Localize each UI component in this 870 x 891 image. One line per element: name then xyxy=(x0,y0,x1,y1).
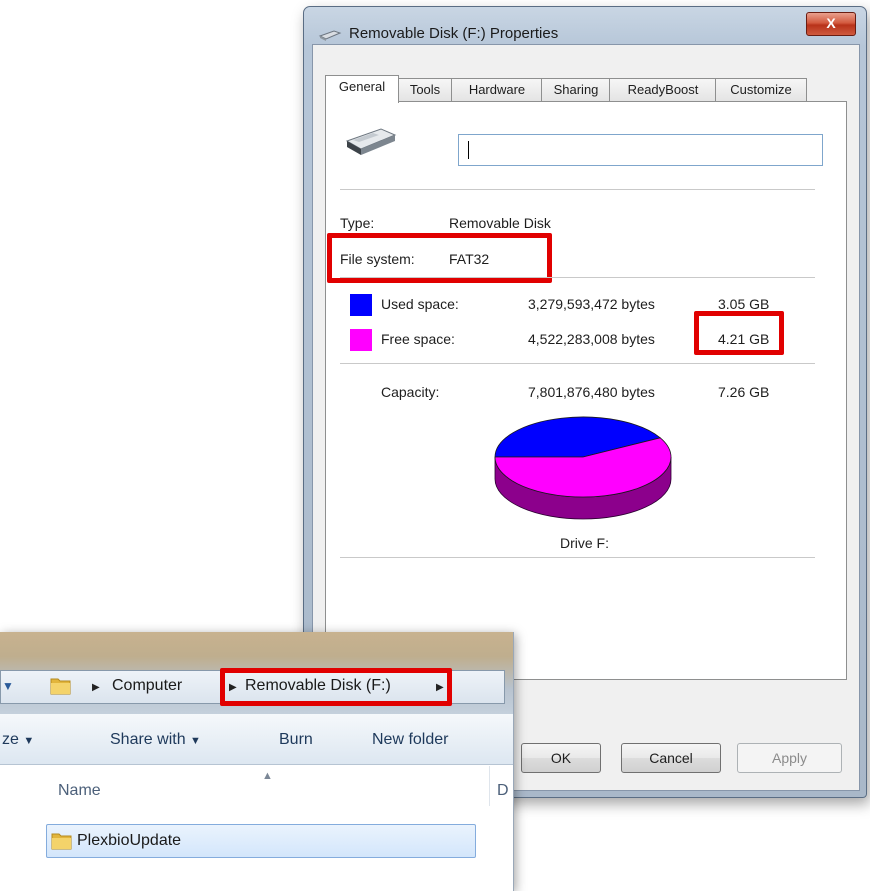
used-space-size: 3.05 GB xyxy=(718,296,770,312)
file-system-highlight xyxy=(327,233,552,283)
free-space-label: Free space: xyxy=(381,331,455,347)
folder-icon xyxy=(51,833,72,850)
ok-button[interactable]: OK xyxy=(521,743,601,773)
used-space-swatch xyxy=(350,294,372,316)
free-space-bytes: 4,522,283,008 bytes xyxy=(528,331,655,347)
apply-button[interactable]: Apply xyxy=(737,743,842,773)
close-icon: X xyxy=(826,15,836,31)
dialog-title: Removable Disk (F:) Properties xyxy=(349,25,559,42)
tab-customize[interactable]: Customize xyxy=(715,78,807,101)
folder-icon xyxy=(50,678,71,695)
explorer-window: ▼ ▶ Computer ▶ Removable Disk (F:) ▶ ze … xyxy=(0,632,514,891)
drive-icon xyxy=(345,128,397,155)
share-with-menu[interactable]: Share with ▼ xyxy=(110,731,201,749)
item-name: PlexbioUpdate xyxy=(77,832,182,849)
free-space-highlight xyxy=(694,311,784,355)
share-with-label: Share with xyxy=(110,731,186,748)
breadcrumb-highlight xyxy=(220,668,452,706)
burn-button[interactable]: Burn xyxy=(279,731,313,749)
tab-sharing[interactable]: Sharing xyxy=(541,78,611,101)
command-bar: ze ▼ Share with ▼ Burn New folder xyxy=(0,714,513,765)
divider xyxy=(340,189,815,190)
sort-ascending-icon: ▲ xyxy=(262,770,273,782)
column-header-name[interactable]: Name xyxy=(58,782,101,800)
text-caret xyxy=(468,141,469,159)
capacity-size: 7.26 GB xyxy=(718,384,770,400)
free-space-swatch xyxy=(350,329,372,351)
capacity-bytes: 7,801,876,480 bytes xyxy=(528,384,655,400)
breadcrumb-computer[interactable]: Computer xyxy=(112,677,182,695)
used-space-label: Used space: xyxy=(381,296,459,312)
cancel-button[interactable]: Cancel xyxy=(621,743,721,773)
divider xyxy=(340,363,815,364)
tab-hardware[interactable]: Hardware xyxy=(451,78,543,101)
breadcrumb-separator-icon[interactable]: ▶ xyxy=(92,682,100,693)
organize-label: ze xyxy=(2,731,19,748)
capacity-label: Capacity: xyxy=(381,384,440,400)
type-label: Type: xyxy=(340,215,375,231)
chevron-down-icon[interactable]: ▼ xyxy=(2,679,14,693)
organize-menu[interactable]: ze ▼ xyxy=(2,731,34,749)
tab-general[interactable]: General xyxy=(325,75,399,103)
used-space-bytes: 3,279,593,472 bytes xyxy=(528,296,655,312)
volume-label-input[interactable] xyxy=(458,134,823,166)
drive-caption: Drive F: xyxy=(560,535,609,551)
tab-tools[interactable]: Tools xyxy=(397,78,453,101)
chevron-down-icon: ▼ xyxy=(190,735,201,747)
column-divider xyxy=(489,766,490,806)
new-folder-button[interactable]: New folder xyxy=(372,731,448,749)
drive-usage-pie-chart xyxy=(494,416,672,520)
close-button[interactable]: X xyxy=(806,12,856,36)
drive-icon xyxy=(318,30,342,41)
chevron-down-icon: ▼ xyxy=(23,735,35,747)
divider xyxy=(340,277,815,278)
type-value: Removable Disk xyxy=(449,215,551,231)
list-item[interactable]: PlexbioUpdate xyxy=(46,824,476,858)
column-header-date[interactable]: D xyxy=(497,782,509,800)
tab-readyboost[interactable]: ReadyBoost xyxy=(609,78,717,101)
divider xyxy=(340,557,815,558)
